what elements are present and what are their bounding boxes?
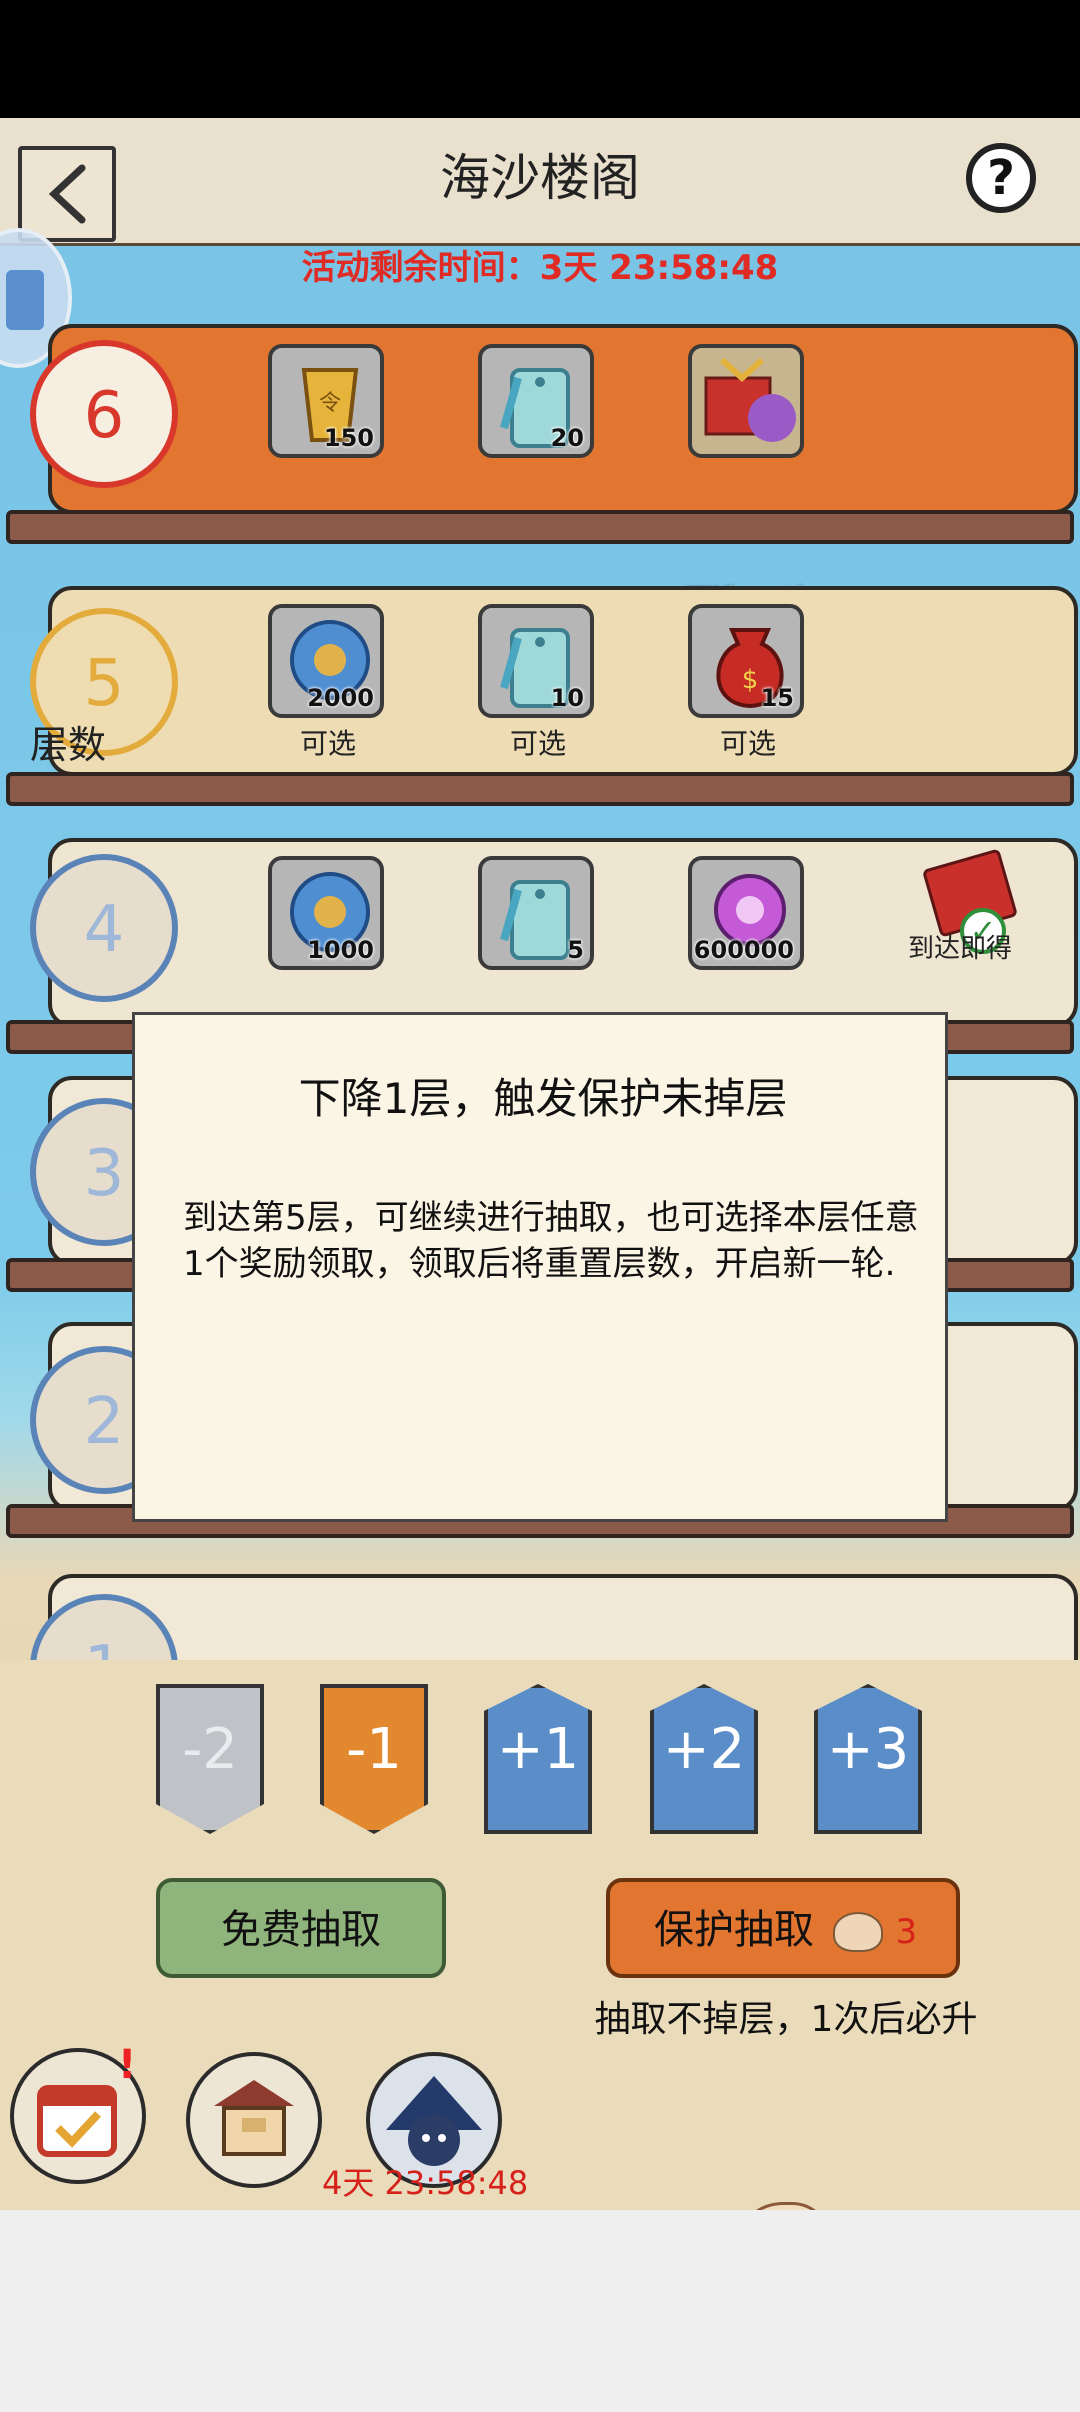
page-title: 海沙楼阁 (440, 149, 640, 207)
event-countdown: 4天 23:58:48 (322, 2164, 529, 2202)
shelf (6, 510, 1074, 544)
shell-icon (832, 1912, 883, 1952)
floor-count-label: 层数 (30, 723, 107, 767)
step-minus-2[interactable]: -2 (156, 1684, 264, 1834)
info-dialog[interactable]: 下降1层，触发保护未掉层 到达第5层，可继续进行抽取，也可选择本层任意1个奖励领… (132, 1012, 948, 1522)
reward-sub-label: 可选 (719, 727, 776, 760)
protect-note: 抽取不掉层，1次后必升 (594, 1999, 978, 2040)
step-minus-1[interactable]: -1 (320, 1684, 428, 1834)
activity-timer: 活动剩余时间：3天 23:58:48 (301, 248, 779, 288)
reward-tile[interactable]: $ 15 (688, 604, 804, 718)
nav-bar-area (0, 2210, 1080, 2412)
shelf (6, 772, 1074, 806)
svg-text:$: $ (742, 665, 759, 695)
reward-sub-label: 可选 (299, 727, 356, 760)
floor-number-4: 4 (30, 854, 178, 1002)
app-screen: 海沙楼阁 ? 活动剩余时间：3天 23:58:48 6 令 150 20 可选 6… (0, 118, 1080, 2210)
protect-draw-button[interactable]: 保护抽取 3 (606, 1878, 960, 1978)
reward-sub-label: 可选 (509, 727, 566, 760)
reward-tile[interactable]: 5 (478, 856, 594, 970)
reward-tile[interactable]: 2000 (268, 604, 384, 718)
alert-icon: ! (118, 2042, 137, 2088)
shop-button[interactable] (186, 2052, 322, 2188)
reward-tile[interactable]: 1000 (268, 856, 384, 970)
step-plus-2[interactable]: +2 (650, 1684, 758, 1834)
reward-tile[interactable]: 10 (478, 604, 594, 718)
svg-text:令: 令 (319, 391, 341, 416)
free-draw-button[interactable]: 免费抽取 (156, 1878, 446, 1978)
reach-reward-label: 到达即得 (907, 934, 1012, 964)
header-bar: 海沙楼阁 ? (0, 118, 1080, 246)
shop-icon (214, 2080, 294, 2156)
reward-tile[interactable]: 600000 (688, 856, 804, 970)
reward-tile[interactable] (688, 344, 804, 458)
reward-tile[interactable]: 令 150 (268, 344, 384, 458)
help-button[interactable]: ? (966, 143, 1036, 213)
dialog-body: 到达第5层，可继续进行抽取，也可选择本层任意1个奖励领取，领取后将重置层数，开启… (183, 1198, 919, 1284)
floor-number-6: 6 (30, 340, 178, 488)
step-plus-3[interactable]: +3 (814, 1684, 922, 1834)
dialog-title: 下降1层，触发保护未掉层 (298, 1074, 788, 1123)
status-bar (0, 0, 1080, 118)
step-plus-1[interactable]: +1 (484, 1684, 592, 1834)
protect-draw-label: 保护抽取 (654, 1907, 814, 1953)
gift-bundle-icon (704, 357, 796, 442)
protect-count: 3 (895, 1912, 918, 1952)
reward-tile[interactable]: 20 (478, 344, 594, 458)
